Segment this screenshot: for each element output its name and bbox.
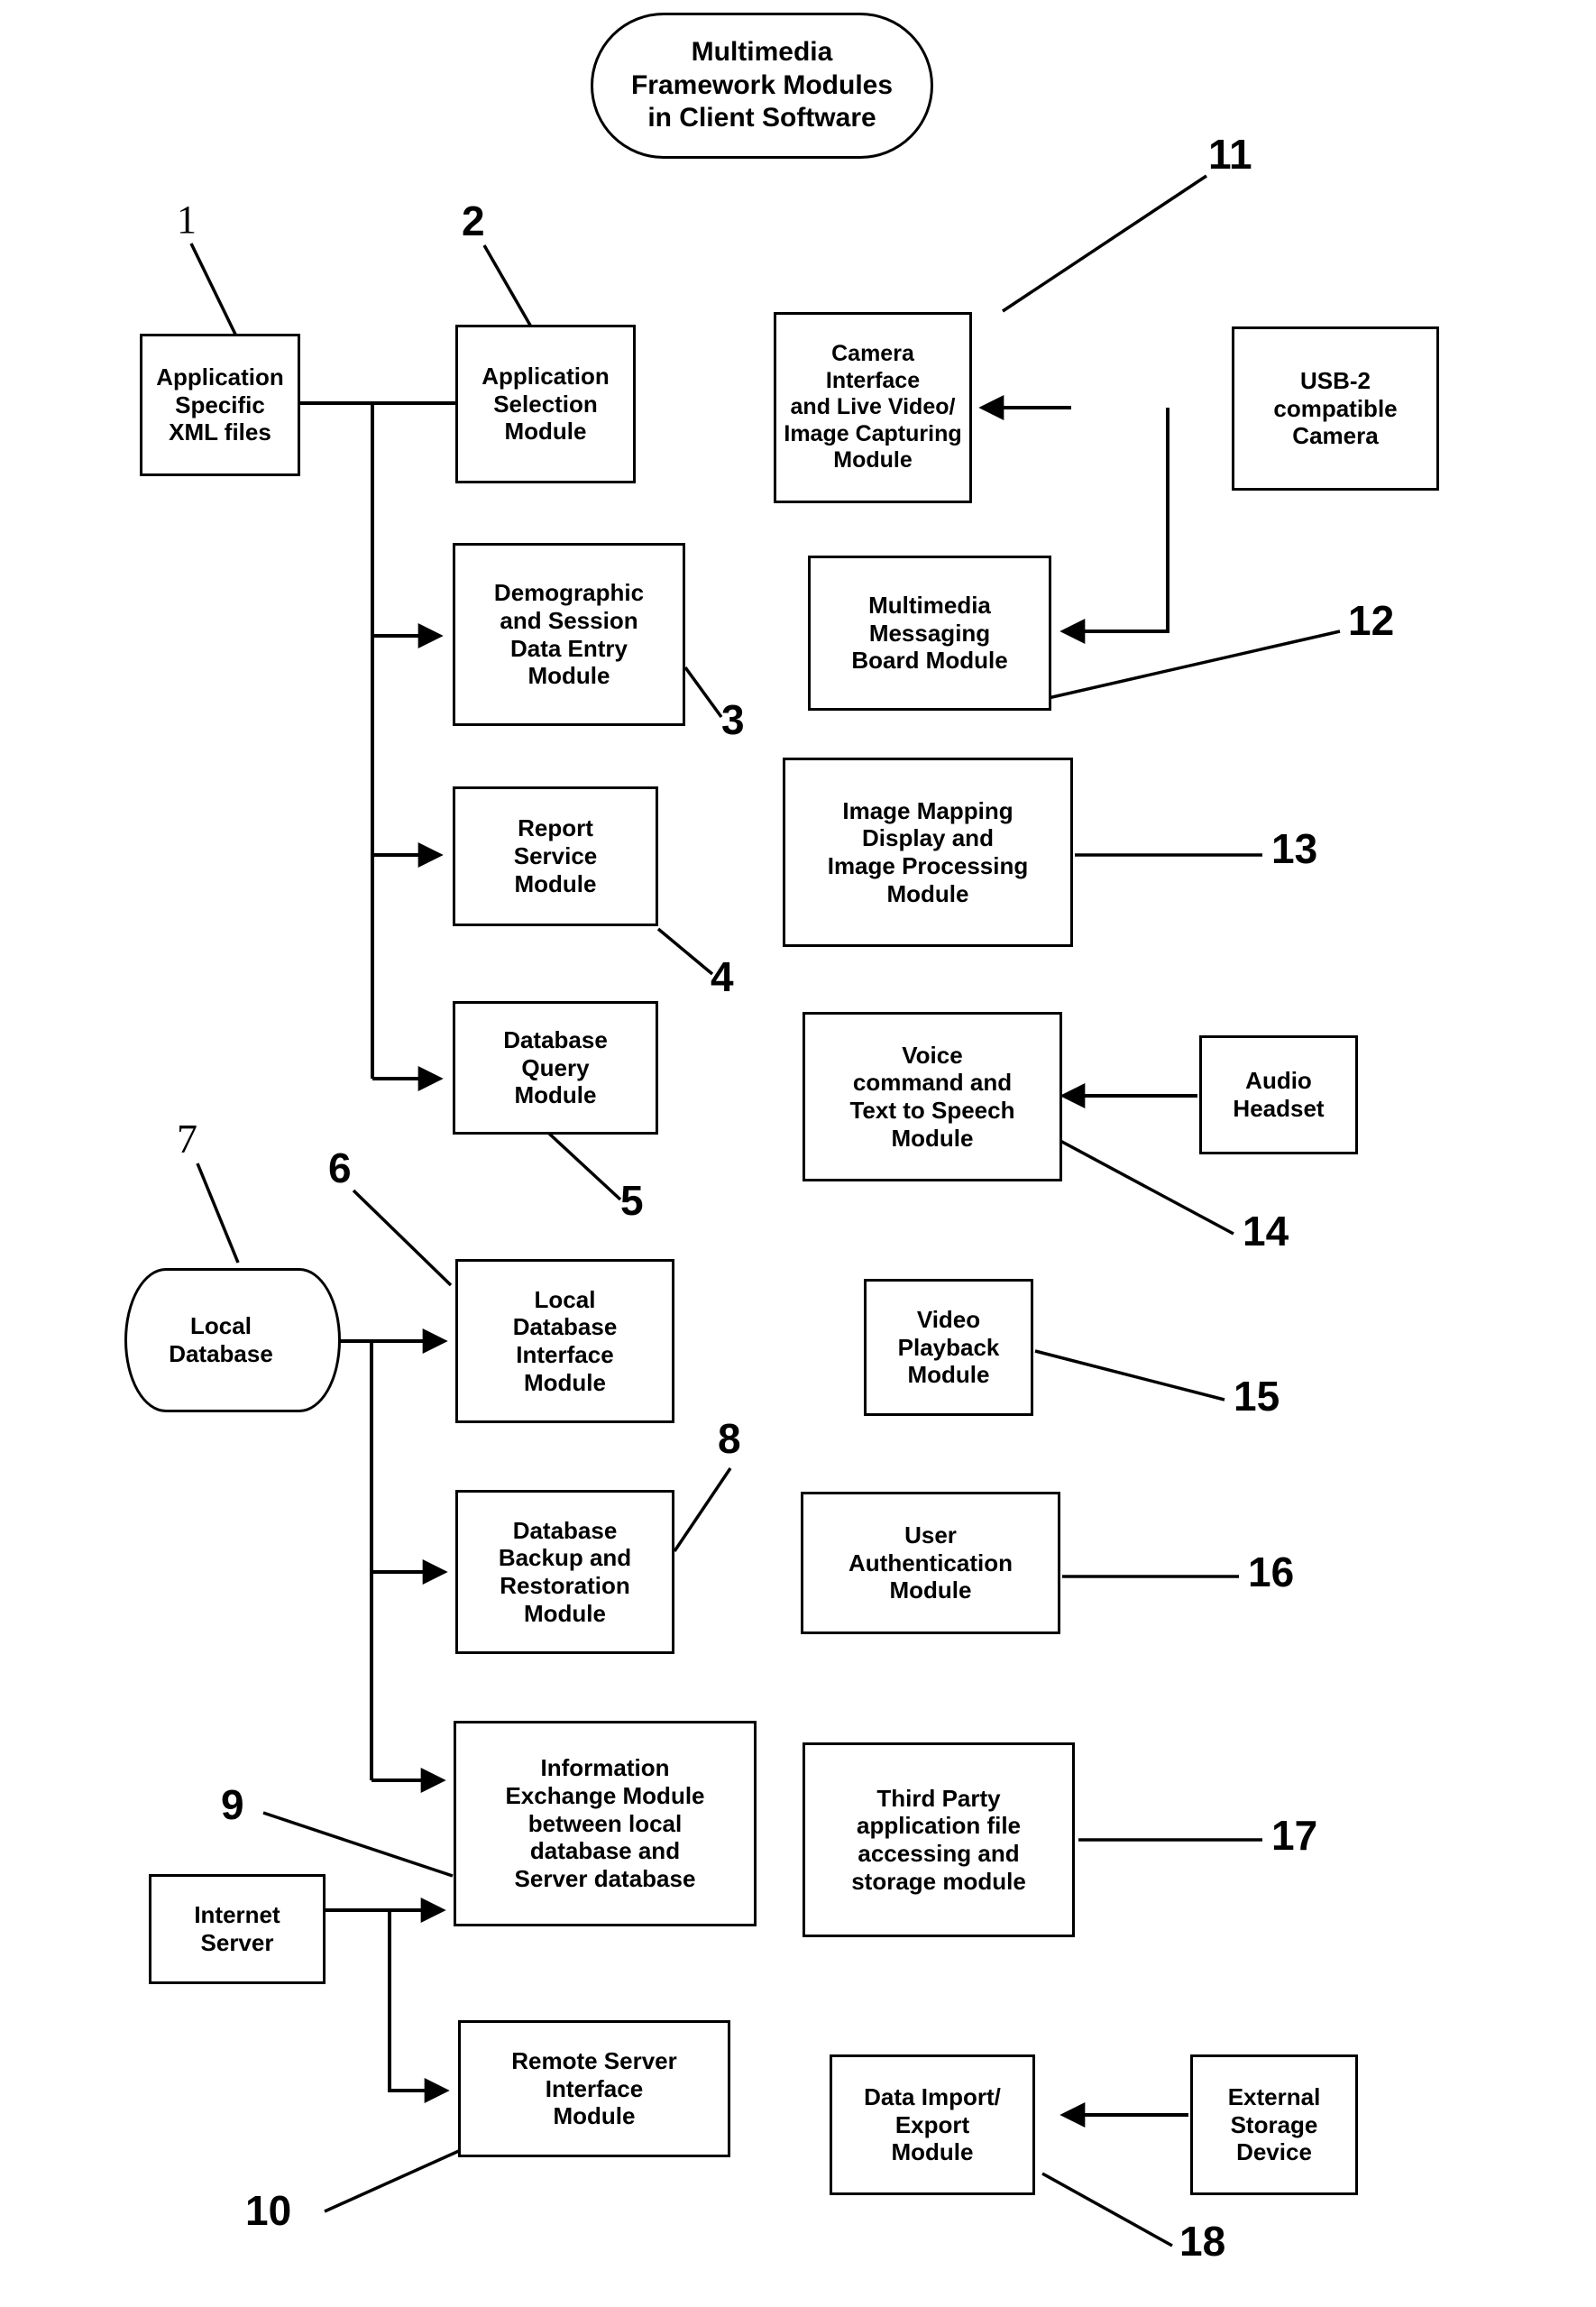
reference-numeral-6: 6	[328, 1144, 352, 1191]
reference-numeral-9: 9	[221, 1781, 244, 1828]
node-label: Local Database Interface Module	[512, 1285, 618, 1396]
node-label: Internet Server	[194, 1901, 280, 1956]
leader-11	[1002, 174, 1207, 313]
node-external-storage-device[interactable]: External Storage Device	[1190, 2054, 1358, 2195]
reference-numeral-14: 14	[1243, 1208, 1289, 1255]
node-label: Demographic and Session Data Entry Modul…	[493, 579, 645, 690]
node-label: Camera Interface and Live Video/ Image C…	[784, 341, 962, 473]
diagram-title-text: Multimedia Framework Modules in Client S…	[630, 37, 894, 133]
node-label: Application Selection Module	[482, 362, 610, 446]
node-label: Voice command and Text to Speech Module	[849, 1041, 1015, 1152]
reference-numeral-17: 17	[1271, 1812, 1318, 1859]
leader-9	[262, 1811, 454, 1878]
leader-8	[673, 1467, 732, 1552]
node-label: Information Exchange Module between loca…	[505, 1754, 705, 1892]
leader-6	[352, 1189, 453, 1287]
node-camera-interface-module[interactable]: Camera Interface and Live Video/ Image C…	[774, 312, 972, 503]
node-label: Local Database	[169, 1311, 273, 1367]
node-application-selection-module[interactable]: Application Selection Module	[455, 325, 636, 483]
wire-usb-to-messaging	[1059, 408, 1169, 644]
reference-numeral-8: 8	[718, 1415, 741, 1462]
reference-numeral-15: 15	[1234, 1373, 1280, 1420]
node-demographic-session-data-entry-module[interactable]: Demographic and Session Data Entry Modul…	[453, 543, 685, 726]
node-database-backup-restoration-module[interactable]: Database Backup and Restoration Module	[455, 1490, 674, 1654]
node-database-query-module[interactable]: Database Query Module	[453, 1001, 658, 1135]
leader-14	[1059, 1139, 1234, 1236]
node-remote-server-interface-module[interactable]: Remote Server Interface Module	[458, 2020, 730, 2157]
leader-12	[1043, 630, 1341, 701]
node-label: Multimedia Messaging Board Module	[851, 591, 1008, 675]
node-multimedia-messaging-board-module[interactable]: Multimedia Messaging Board Module	[808, 556, 1051, 711]
node-label: Remote Server Interface Module	[511, 2046, 677, 2130]
wire-internet-to-remote	[388, 1910, 450, 2103]
reference-numeral-4: 4	[711, 953, 734, 1000]
diagram-title: Multimedia Framework Modules in Client S…	[591, 13, 933, 159]
reference-numeral-18: 18	[1179, 2218, 1226, 2265]
leader-1	[189, 243, 243, 348]
node-image-mapping-display-module[interactable]: Image Mapping Display and Image Processi…	[783, 758, 1073, 947]
leader-4	[656, 927, 714, 976]
node-label: Audio Headset	[1233, 1067, 1325, 1122]
reference-numeral-2: 2	[462, 198, 485, 244]
node-label: Database Query Module	[503, 1025, 608, 1109]
node-label: Database Backup and Restoration Module	[498, 1516, 632, 1627]
node-third-party-file-storage-module[interactable]: Third Party application file accessing a…	[803, 1742, 1075, 1937]
node-label: USB-2 compatible Camera	[1273, 366, 1398, 450]
leader-5	[546, 1131, 622, 1201]
reference-numeral-11: 11	[1208, 131, 1252, 178]
reference-numeral-7: 7	[177, 1116, 197, 1162]
node-audio-headset[interactable]: Audio Headset	[1199, 1035, 1358, 1154]
node-internet-server[interactable]: Internet Server	[149, 1874, 326, 1984]
node-local-database-interface-module[interactable]: Local Database Interface Module	[455, 1259, 674, 1423]
node-report-service-module[interactable]: Report Service Module	[453, 786, 658, 926]
node-data-import-export-module[interactable]: Data Import/ Export Module	[830, 2054, 1035, 2195]
leader-15	[1034, 1349, 1225, 1402]
node-label: Application Specific XML files	[156, 363, 284, 446]
reference-numeral-5: 5	[620, 1177, 644, 1224]
node-label: Image Mapping Display and Image Processi…	[827, 796, 1029, 907]
reference-numeral-1: 1	[177, 198, 197, 242]
node-label: Data Import/ Export Module	[864, 2082, 1001, 2166]
node-usb-camera[interactable]: USB-2 compatible Camera	[1232, 326, 1439, 491]
reference-numeral-13: 13	[1271, 825, 1318, 872]
node-application-specific-xml-files[interactable]: Application Specific XML files	[140, 334, 300, 476]
node-video-playback-module[interactable]: Video Playback Module	[864, 1279, 1033, 1416]
node-label: Video Playback Module	[897, 1305, 1000, 1389]
node-label: External Storage Device	[1227, 2082, 1321, 2166]
node-label: Third Party application file accessing a…	[851, 1784, 1026, 1895]
reference-numeral-12: 12	[1348, 597, 1395, 644]
node-voice-command-text-to-speech-module[interactable]: Voice command and Text to Speech Module	[803, 1012, 1062, 1181]
reference-numeral-3: 3	[721, 696, 745, 743]
patent-block-diagram: Multimedia Framework Modules in Client S…	[0, 0, 1596, 2307]
leader-3	[683, 666, 723, 719]
reference-numeral-16: 16	[1248, 1549, 1295, 1595]
node-user-authentication-module[interactable]: User Authentication Module	[801, 1492, 1060, 1634]
leader-18	[1041, 2172, 1173, 2247]
leader-7	[196, 1163, 240, 1264]
node-information-exchange-module[interactable]: Information Exchange Module between loca…	[454, 1721, 757, 1926]
reference-numeral-10: 10	[245, 2187, 292, 2234]
node-label: User Authentication Module	[848, 1521, 1013, 1604]
leader-10	[324, 2145, 470, 2213]
node-label: Report Service Module	[513, 814, 598, 897]
node-local-database[interactable]: Local Database	[124, 1268, 341, 1412]
